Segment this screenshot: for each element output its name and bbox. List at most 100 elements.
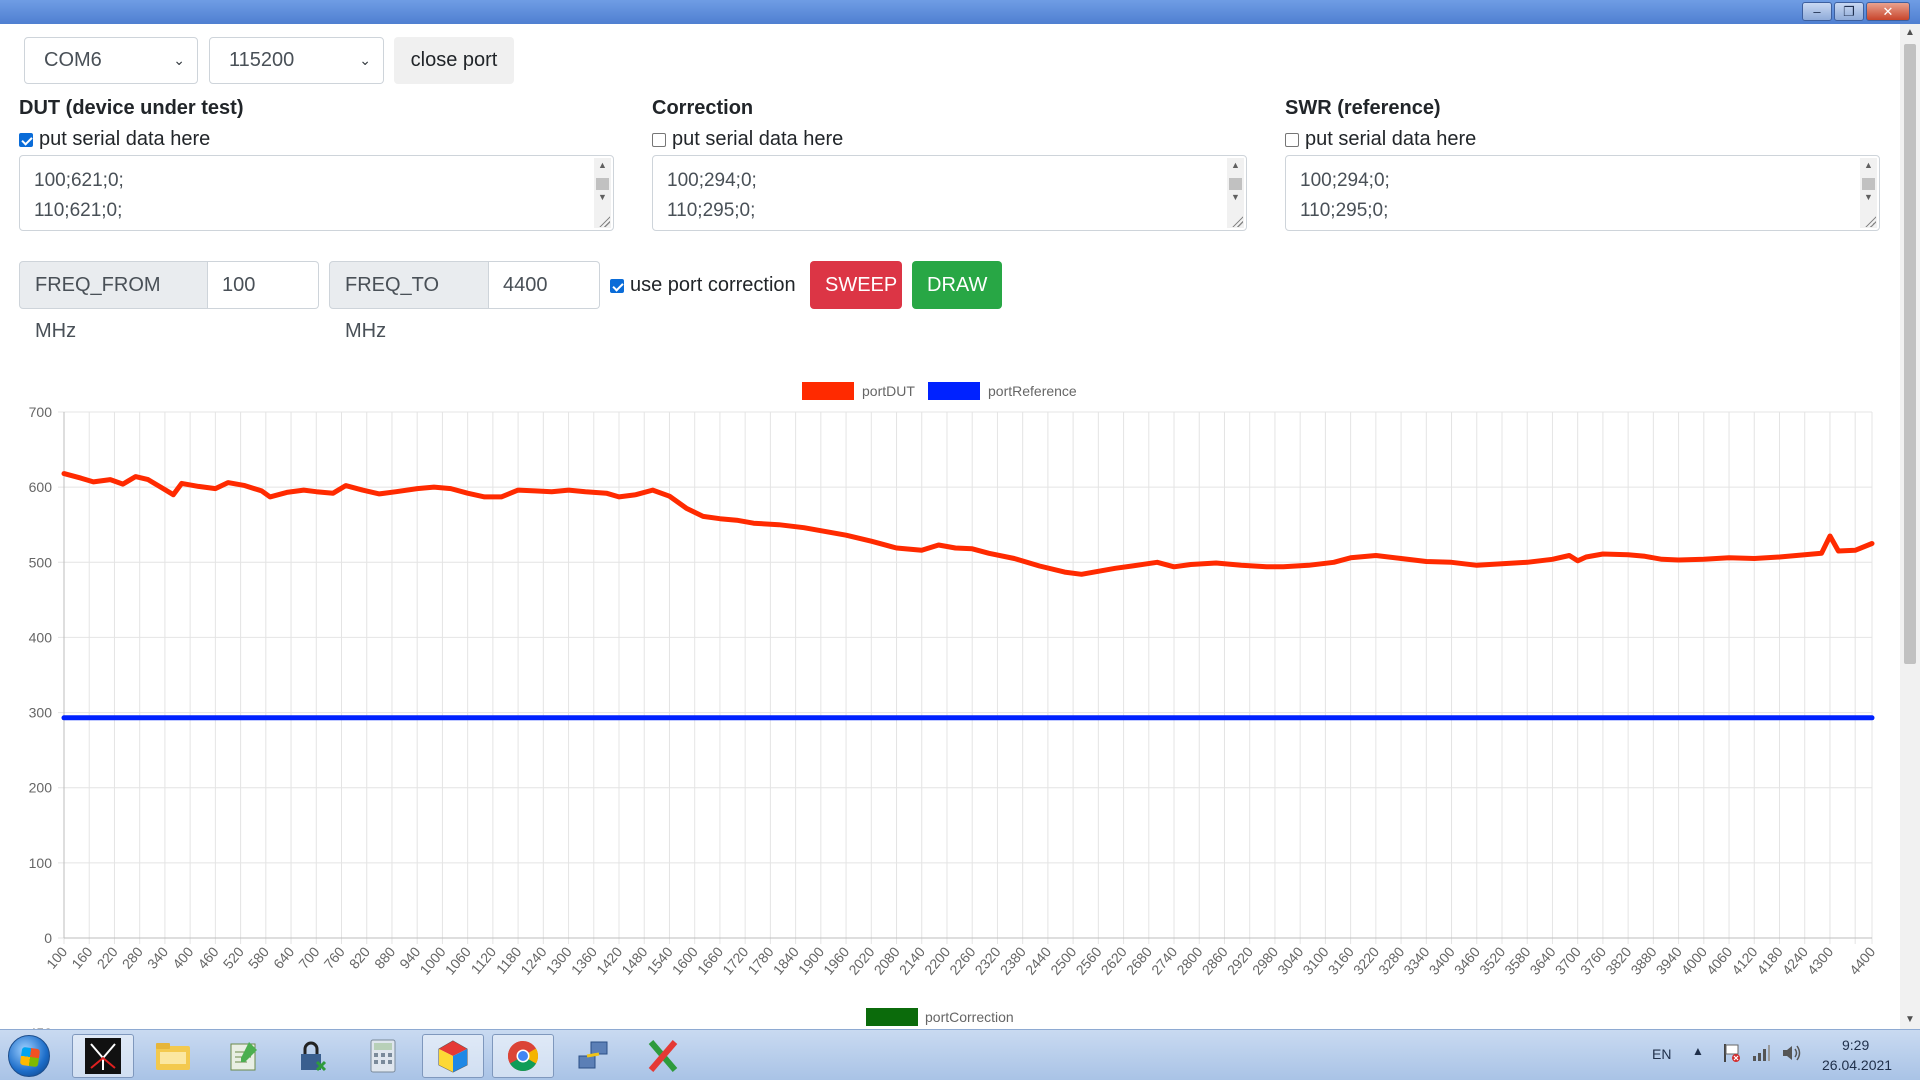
legend-label[interactable]: portDUT: [862, 383, 915, 399]
port-select[interactable]: COM6 ⌄: [24, 37, 198, 84]
freq-to-label: FREQ_TO MHz: [329, 261, 489, 342]
x-tick-label: 400: [169, 943, 196, 971]
taskbar-app-browser[interactable]: [492, 1034, 554, 1078]
correction-serial-option: put serial data here: [652, 128, 843, 151]
page-scrollbar[interactable]: ▲ ▼: [1900, 24, 1920, 1029]
dut-serial-checkbox[interactable]: [19, 132, 33, 147]
chart-legend: portDUT portReference: [802, 382, 1077, 400]
taskbar-app-network[interactable]: [562, 1034, 624, 1078]
x-tick-label: 1960: [820, 943, 852, 977]
x-tick-label: 3640: [1526, 943, 1558, 977]
y-tick-label: 600: [29, 479, 53, 495]
x-tick-label: 4060: [1703, 943, 1735, 977]
swr-section-title: SWR (reference): [1285, 97, 1441, 119]
x-tick-label: 3760: [1577, 943, 1609, 977]
minimize-button[interactable]: –: [1802, 2, 1832, 21]
legend-label[interactable]: portReference: [988, 383, 1077, 399]
x-tick-label: 3880: [1627, 943, 1659, 977]
dut-data-line: 100;621;0;: [34, 170, 124, 191]
x-tick-label: 4180: [1754, 943, 1786, 977]
language-indicator[interactable]: EN: [1652, 1046, 1671, 1062]
clock-time[interactable]: 9:29: [1842, 1037, 1869, 1053]
resize-grip-icon[interactable]: [1231, 215, 1243, 227]
x-tick-label: 2260: [946, 943, 978, 977]
signal-icon[interactable]: [1752, 1044, 1770, 1062]
use-correction-checkbox[interactable]: [610, 278, 624, 293]
x-tick-label: 1060: [442, 943, 474, 977]
dut-serial-label: put serial data here: [39, 128, 211, 150]
window-controls: – ❐ ✕: [1802, 2, 1910, 21]
correction-data-textarea[interactable]: 100;294;0; 110;295;0; ▲ ▼: [652, 155, 1247, 231]
restore-button[interactable]: ❐: [1834, 2, 1864, 21]
swr-data-textarea[interactable]: 100;294;0; 110;295;0; ▲ ▼: [1285, 155, 1880, 231]
x-tick-label: 700: [295, 943, 322, 971]
swr-serial-checkbox[interactable]: [1285, 132, 1299, 147]
scroll-up-icon[interactable]: ▲: [1900, 24, 1920, 42]
show-hidden-icons-icon[interactable]: ▲: [1692, 1044, 1704, 1058]
y-tick-label: 300: [29, 705, 53, 721]
x-tick-label: 3400: [1426, 943, 1458, 977]
flag-icon[interactable]: [1722, 1042, 1740, 1064]
x-tick-label: 2620: [1098, 943, 1130, 977]
notepad-icon: [230, 1042, 257, 1071]
taskbar-app-explorer[interactable]: [142, 1034, 204, 1078]
scroll-thumb[interactable]: [1904, 44, 1916, 664]
taskbar-app-calculator[interactable]: [352, 1034, 414, 1078]
freq-to-input[interactable]: 4400: [489, 261, 600, 309]
x-tick-label: 2680: [1123, 943, 1155, 977]
x-tick-label: 3100: [1299, 943, 1331, 977]
taskbar-app-security[interactable]: [282, 1034, 344, 1078]
x-tick-label: 1420: [593, 943, 625, 977]
calculator-icon: [370, 1039, 396, 1073]
x-tick-label: 3160: [1325, 943, 1357, 977]
swr-data-line: 100;294;0;: [1300, 170, 1390, 191]
x-tick-label: 1120: [468, 943, 500, 977]
sweep-button[interactable]: SWEEP: [810, 261, 902, 309]
page-content: COM6 ⌄ 115200 ⌄ close port DUT (device u…: [0, 24, 1900, 1029]
dut-data-textarea[interactable]: 100;621;0; 110;621;0; ▲ ▼: [19, 155, 614, 231]
resize-grip-icon[interactable]: [598, 215, 610, 227]
x-tick-label: 2740: [1148, 943, 1180, 977]
x-tick-label: 2560: [1072, 943, 1104, 977]
legend-label[interactable]: portCorrection: [925, 1009, 1014, 1025]
close-window-button[interactable]: ✕: [1866, 2, 1910, 21]
use-correction-option: use port correction: [610, 274, 796, 297]
taskbar-app-tool[interactable]: [632, 1034, 694, 1078]
freq-from-input[interactable]: 100: [208, 261, 319, 309]
resize-grip-icon[interactable]: [1864, 215, 1876, 227]
x-tick-label: 2860: [1198, 943, 1230, 977]
x-tick-label: 1000: [416, 943, 448, 977]
legend-swatch[interactable]: [802, 382, 854, 400]
x-tick-label: 520: [220, 943, 247, 971]
x-tick-label: 3220: [1350, 943, 1382, 977]
x-tick-label: 3700: [1552, 943, 1584, 977]
baud-select[interactable]: 115200 ⌄: [209, 37, 384, 84]
correction-data-line: 110;295;0;: [667, 200, 756, 221]
port-chart: portDUT portReference01002003004005006007…: [29, 382, 1878, 978]
close-port-button[interactable]: close port: [394, 37, 514, 84]
start-button[interactable]: [8, 1035, 50, 1077]
x-tick-label: 3340: [1400, 943, 1432, 977]
clock-date[interactable]: 26.04.2021: [1822, 1057, 1892, 1073]
legend-swatch[interactable]: [928, 382, 980, 400]
x-tick-label: 3040: [1274, 943, 1306, 977]
y-tick-label: 500: [29, 554, 53, 570]
x-tick-label: 1180: [493, 943, 525, 977]
swr-serial-label: put serial data here: [1305, 128, 1477, 150]
taskbar-app-antenna[interactable]: [72, 1034, 134, 1078]
y-tick-label: 200: [29, 780, 53, 796]
swr-serial-option: put serial data here: [1285, 128, 1476, 151]
taskbar: EN ▲ 9:29 26.04.2021: [0, 1029, 1920, 1080]
volume-icon[interactable]: [1780, 1042, 1802, 1064]
draw-button[interactable]: DRAW: [912, 261, 1002, 309]
x-tick-label: 4000: [1678, 943, 1710, 977]
correction-section-title: Correction: [652, 97, 754, 119]
x-tick-label: 640: [270, 943, 297, 971]
correction-serial-checkbox[interactable]: [652, 132, 666, 147]
scroll-down-icon[interactable]: ▼: [1900, 1011, 1920, 1029]
chevron-down-icon: ⌄: [173, 52, 185, 68]
taskbar-app-editor[interactable]: [212, 1034, 274, 1078]
use-correction-label: use port correction: [630, 274, 796, 296]
taskbar-app-3d[interactable]: [422, 1034, 484, 1078]
legend-swatch[interactable]: [866, 1008, 918, 1026]
